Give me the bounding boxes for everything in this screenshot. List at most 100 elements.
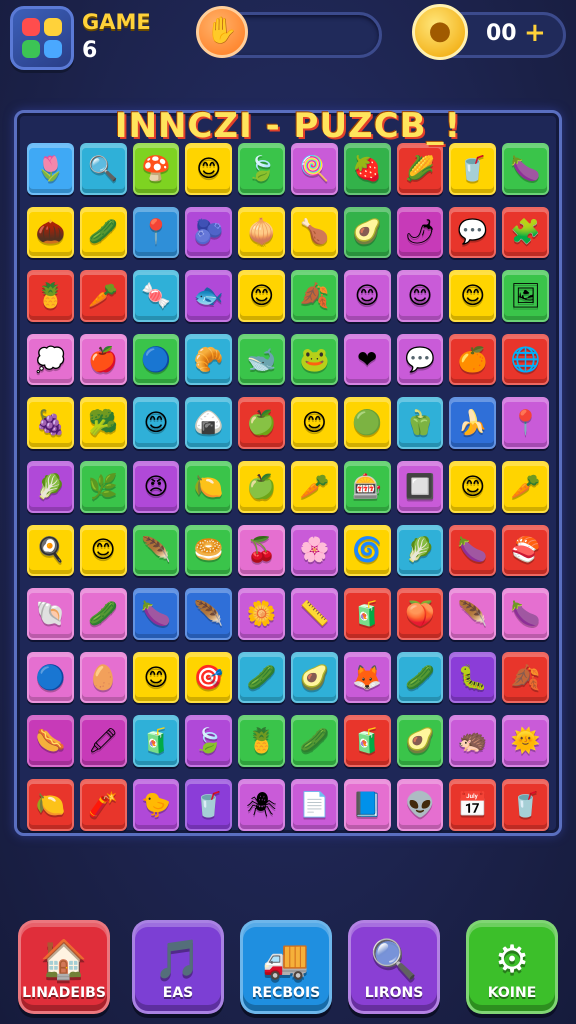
puzzle-tile[interactable]: 🐋 (238, 333, 285, 386)
puzzle-tile[interactable]: 🧃 (132, 715, 180, 767)
puzzle-tile[interactable]: 🧩 (502, 206, 549, 259)
puzzle-tile[interactable]: 🍭 (291, 143, 338, 195)
puzzle-tile[interactable]: 🍆 (449, 524, 497, 577)
nav-button-home[interactable]: 🏠 LINADEIBS (18, 920, 110, 1014)
puzzle-tile[interactable]: 🍆 (502, 588, 549, 640)
puzzle-tile[interactable]: 🥕 (79, 270, 127, 322)
puzzle-tile[interactable]: 🕷 (238, 779, 285, 831)
puzzle-tile[interactable]: 🍋 (27, 779, 74, 831)
puzzle-tile[interactable]: 🍆 (132, 588, 180, 640)
puzzle-tile[interactable]: 🧅 (238, 206, 285, 259)
puzzle-tile[interactable]: 😠 (132, 461, 180, 513)
puzzle-tile[interactable]: 🍍 (238, 715, 285, 767)
puzzle-tile[interactable]: 🍍 (27, 270, 74, 322)
puzzle-tile[interactable]: 🐚 (27, 588, 74, 640)
puzzle-tile[interactable]: 🍃 (238, 143, 285, 195)
puzzle-tile[interactable]: 🐤 (132, 779, 180, 831)
puzzle-tile[interactable]: 🔵 (27, 651, 74, 704)
puzzle-tile[interactable]: 🍣 (502, 524, 549, 577)
puzzle-tile[interactable]: 🥑 (343, 206, 391, 259)
add-coins-button[interactable]: + (524, 18, 546, 48)
puzzle-tile[interactable]: 🍋 (185, 461, 233, 513)
puzzle-tile[interactable]: 🖼 (502, 270, 549, 322)
puzzle-tile[interactable]: 🧃 (343, 588, 391, 640)
puzzle-tile[interactable]: 🪶 (132, 524, 180, 577)
puzzle-tile[interactable]: 😊 (449, 270, 497, 322)
puzzle-tile[interactable]: 🪶 (449, 588, 497, 640)
puzzle-tile[interactable]: 🥤 (502, 779, 549, 831)
puzzle-tile[interactable]: 😊 (343, 270, 391, 322)
puzzle-tile[interactable]: 🥕 (502, 461, 549, 513)
puzzle-tile[interactable]: 🍏 (238, 397, 285, 449)
puzzle-tile[interactable]: 🧨 (79, 779, 127, 831)
puzzle-tile[interactable]: 🌽 (396, 143, 444, 195)
nav-button-settings[interactable]: ⚙ KOINE (466, 920, 558, 1014)
puzzle-tile[interactable]: 🥑 (396, 715, 444, 767)
puzzle-tile[interactable]: 🔲 (396, 461, 444, 513)
puzzle-tile[interactable]: 🐟 (185, 270, 233, 322)
puzzle-tile[interactable]: 🍗 (291, 206, 338, 259)
puzzle-tile[interactable]: 💭 (27, 333, 74, 386)
puzzle-tile[interactable]: 📍 (502, 397, 549, 449)
puzzle-tile[interactable]: 🪶 (185, 588, 233, 640)
puzzle-tile[interactable]: 🌸 (291, 524, 338, 577)
puzzle-tile[interactable]: 👽 (396, 779, 444, 831)
puzzle-tile[interactable]: 🌼 (238, 588, 285, 640)
puzzle-tile[interactable]: 🍒 (238, 524, 285, 577)
puzzle-tile[interactable]: 🐛 (449, 651, 497, 704)
puzzle-tile[interactable]: 🥒 (291, 715, 338, 767)
puzzle-tile[interactable]: 🍂 (502, 651, 549, 704)
puzzle-tile[interactable]: 🎯 (185, 651, 233, 704)
puzzle-tile[interactable]: 📍 (132, 206, 180, 259)
puzzle-tile[interactable]: 🌭 (27, 715, 74, 767)
puzzle-tile[interactable]: 😊 (291, 397, 338, 449)
nav-button-search[interactable]: 🔍 LIRONS (348, 920, 440, 1014)
puzzle-tile[interactable]: 🦔 (449, 715, 497, 767)
puzzle-tile[interactable]: 😊 (132, 651, 180, 704)
puzzle-tile[interactable]: 💬 (396, 333, 444, 386)
puzzle-tile[interactable]: 🍌 (449, 397, 497, 449)
puzzle-tile[interactable]: 🧃 (343, 715, 391, 767)
puzzle-tile[interactable]: 🥐 (185, 333, 233, 386)
puzzle-tile[interactable]: 😊 (449, 461, 497, 513)
puzzle-tile[interactable]: 😊 (185, 143, 233, 195)
puzzle-tile[interactable]: 🌀 (343, 524, 391, 577)
puzzle-tile[interactable]: 🍆 (502, 143, 549, 195)
nav-button-records[interactable]: 🚚 RECBOIS (240, 920, 332, 1014)
puzzle-tile[interactable]: 🥚 (79, 651, 127, 704)
puzzle-tile[interactable]: 🍬 (132, 270, 180, 322)
puzzle-tile[interactable]: 🍃 (185, 715, 233, 767)
nav-button-music[interactable]: 🎵 EAS (132, 920, 224, 1014)
puzzle-tile[interactable]: 🔵 (132, 333, 180, 386)
puzzle-tile[interactable]: 🥒 (79, 206, 127, 259)
puzzle-tile[interactable]: 🥬 (27, 461, 74, 513)
puzzle-tile[interactable]: 🍇 (27, 397, 74, 449)
puzzle-tile[interactable]: 🍊 (449, 333, 497, 386)
puzzle-tile[interactable]: 🌐 (502, 333, 549, 386)
puzzle-tile[interactable]: 📘 (343, 779, 391, 831)
puzzle-tile[interactable]: 🍎 (79, 333, 127, 386)
puzzle-tile[interactable]: 🌿 (79, 461, 127, 513)
puzzle-tile[interactable]: 🖍 (79, 715, 127, 767)
puzzle-tile[interactable]: 🍙 (185, 397, 233, 449)
puzzle-tile[interactable]: 🟢 (343, 397, 391, 449)
puzzle-tile[interactable]: 🫑 (396, 397, 444, 449)
puzzle-tile[interactable]: 🫐 (185, 206, 233, 259)
puzzle-tile[interactable]: 🍳 (27, 524, 74, 577)
puzzle-tile[interactable]: 🥑 (291, 651, 338, 704)
puzzle-tile[interactable]: 💬 (449, 206, 497, 259)
puzzle-tile[interactable]: 😊 (396, 270, 444, 322)
puzzle-tile[interactable]: 🥒 (396, 651, 444, 704)
puzzle-tile[interactable]: 🍄 (132, 143, 180, 195)
puzzle-tile[interactable]: 😊 (238, 270, 285, 322)
puzzle-tile[interactable]: 🥦 (79, 397, 127, 449)
puzzle-tile[interactable]: 📅 (449, 779, 497, 831)
puzzle-tile[interactable]: 🌶 (396, 206, 444, 259)
puzzle-tile[interactable]: 🥕 (291, 461, 338, 513)
puzzle-tile[interactable]: 🍑 (396, 588, 444, 640)
game-logo-icon[interactable] (10, 6, 74, 70)
puzzle-tile[interactable]: 📄 (291, 779, 338, 831)
puzzle-tile[interactable]: 🥤 (449, 143, 497, 195)
puzzle-tile[interactable]: 🔍 (79, 143, 127, 195)
puzzle-tile[interactable]: 🍓 (343, 143, 391, 195)
